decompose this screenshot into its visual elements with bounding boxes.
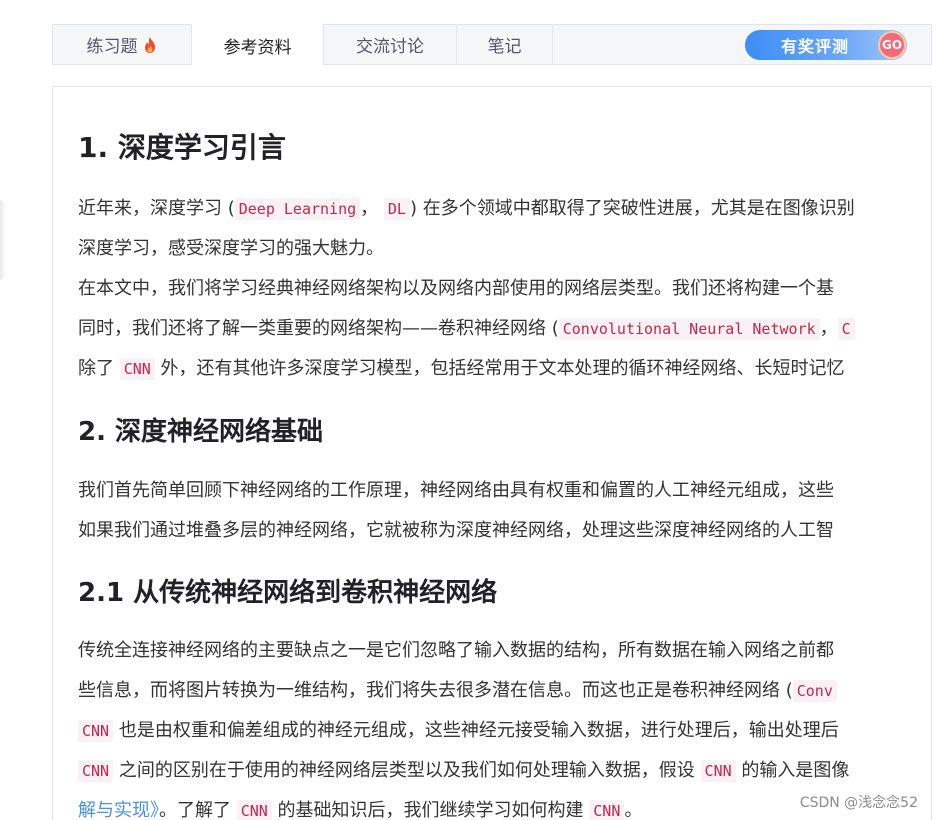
- inline-code: CNN: [700, 760, 736, 782]
- tab-label: 笔记: [487, 37, 522, 57]
- inline-code: C: [837, 318, 855, 340]
- paragraph-line: 同时，我们还将了解一类重要的网络架构——卷积神经网络 (Convolutiona…: [78, 314, 855, 340]
- inline-code: CNN: [589, 800, 625, 820]
- paragraph-line: 些信息，而将图片转换为一维结构，我们将失去很多潜在信息。而这也正是卷积神经网络 …: [78, 676, 837, 702]
- text-span: 的基础知识后，我们继续学习如何构建: [271, 800, 590, 820]
- paragraph-line: 深度学习，感受深度学习的强大魅力。: [78, 238, 384, 259]
- page: 练习题 参考资料 交流讨论 笔记 有奖评测 GO 1. 深度学习引言 近年来，深…: [0, 0, 936, 820]
- text-span: 。了解了: [159, 800, 237, 820]
- text-span: 之间的区别在于使用的神经网络层类型以及我们如何处理输入数据，假设: [113, 760, 701, 781]
- paragraph-line: 除了 CNN 外，还有其他许多深度学习模型，包括经常用于文本处理的循环神经网络、…: [78, 354, 845, 380]
- tab-exercises[interactable]: 练习题: [53, 25, 192, 64]
- text-span: 的输入是图像: [735, 760, 850, 781]
- left-edge-shadow: [0, 200, 6, 280]
- inline-code: CNN: [236, 800, 272, 820]
- paragraph-line: CNN 之间的区别在于使用的神经网络层类型以及我们如何处理输入数据，假设 CNN…: [78, 756, 849, 782]
- tab-references[interactable]: 参考资料: [192, 24, 324, 66]
- inline-code: CNN: [78, 720, 114, 742]
- text-span: 也是由权重和偏差组成的神经元组成，这些神经元接受输入数据，进行处理后，输出处理后: [113, 720, 839, 741]
- text-span: 同时，我们还将了解一类重要的网络架构——卷积神经网络 (: [78, 318, 559, 339]
- tab-label: 练习题: [86, 37, 138, 57]
- tab-label: 交流讨论: [356, 37, 424, 57]
- tab-bar: 练习题 参考资料 交流讨论 笔记 有奖评测 GO: [52, 24, 932, 66]
- tab-label: 参考资料: [223, 37, 292, 58]
- text-span: 外，还有其他许多深度学习模型，包括经常用于文本处理的循环神经网络、长短时记忆: [154, 358, 845, 379]
- paragraph-line: 解与实现》。了解了 CNN 的基础知识后，我们继续学习如何构建 CNN。: [78, 796, 642, 820]
- text-span: 除了: [78, 358, 120, 379]
- paragraph-line: 我们首先简单回顾下神经网络的工作原理，神经网络由具有权重和偏置的人工神经元组成，…: [78, 480, 834, 501]
- paragraph-line: 如果我们通过堆叠多层的神经网络，它就被称为深度神经网络，处理这些深度神经网络的人…: [78, 520, 834, 541]
- text-span: 。: [624, 800, 643, 820]
- paragraph-line: CNN 也是由权重和偏差组成的神经元组成，这些神经元接受输入数据，进行处理后，输…: [78, 716, 839, 742]
- tab-notes[interactable]: 笔记: [457, 25, 553, 64]
- inline-code: CNN: [78, 760, 114, 782]
- inline-code: Convolutional Neural Network: [558, 318, 820, 340]
- paragraph-line: 近年来，深度学习 (Deep Learning， DL) 在多个领域中都取得了突…: [78, 194, 855, 220]
- csdn-watermark: CSDN @浅念念52: [797, 792, 920, 812]
- heading-traditional-to-cnn: 2.1 从传统神经网络到卷积神经网络: [78, 578, 498, 608]
- article-content: 1. 深度学习引言 近年来，深度学习 (Deep Learning， DL) 在…: [78, 86, 906, 820]
- text-span: ，: [819, 318, 838, 339]
- book-link[interactable]: 解与实现》: [78, 800, 159, 820]
- evaluation-label: 有奖评测: [781, 37, 850, 56]
- paragraph-line: 在本文中，我们将学习经典神经网络架构以及网络内部使用的网络层类型。我们还将构建一…: [78, 278, 834, 299]
- inline-code: Deep Learning: [234, 198, 361, 220]
- text-span: ) 在多个领域中都取得了突破性进展，尤其是在图像识别: [409, 198, 855, 219]
- heading-intro: 1. 深度学习引言: [78, 131, 286, 164]
- rewarded-evaluation-button[interactable]: 有奖评测 GO: [745, 30, 907, 60]
- heading-dnn-basics: 2. 深度神经网络基础: [78, 417, 324, 447]
- go-badge-icon: GO: [878, 31, 906, 59]
- inline-code: DL: [383, 198, 410, 220]
- tab-discussion[interactable]: 交流讨论: [324, 25, 457, 64]
- paragraph-line: 传统全连接神经网络的主要缺点之一是它们忽略了输入数据的结构，所有数据在输入网络之…: [78, 640, 834, 661]
- text-span: 些信息，而将图片转换为一维结构，我们将失去很多潜在信息。而这也正是卷积神经网络 …: [78, 680, 793, 701]
- text-span: 近年来，深度学习 (: [78, 198, 235, 219]
- fire-icon: [144, 36, 155, 53]
- inline-code: CNN: [119, 358, 155, 380]
- inline-code: Conv: [792, 680, 837, 702]
- text-span: ，: [360, 198, 384, 219]
